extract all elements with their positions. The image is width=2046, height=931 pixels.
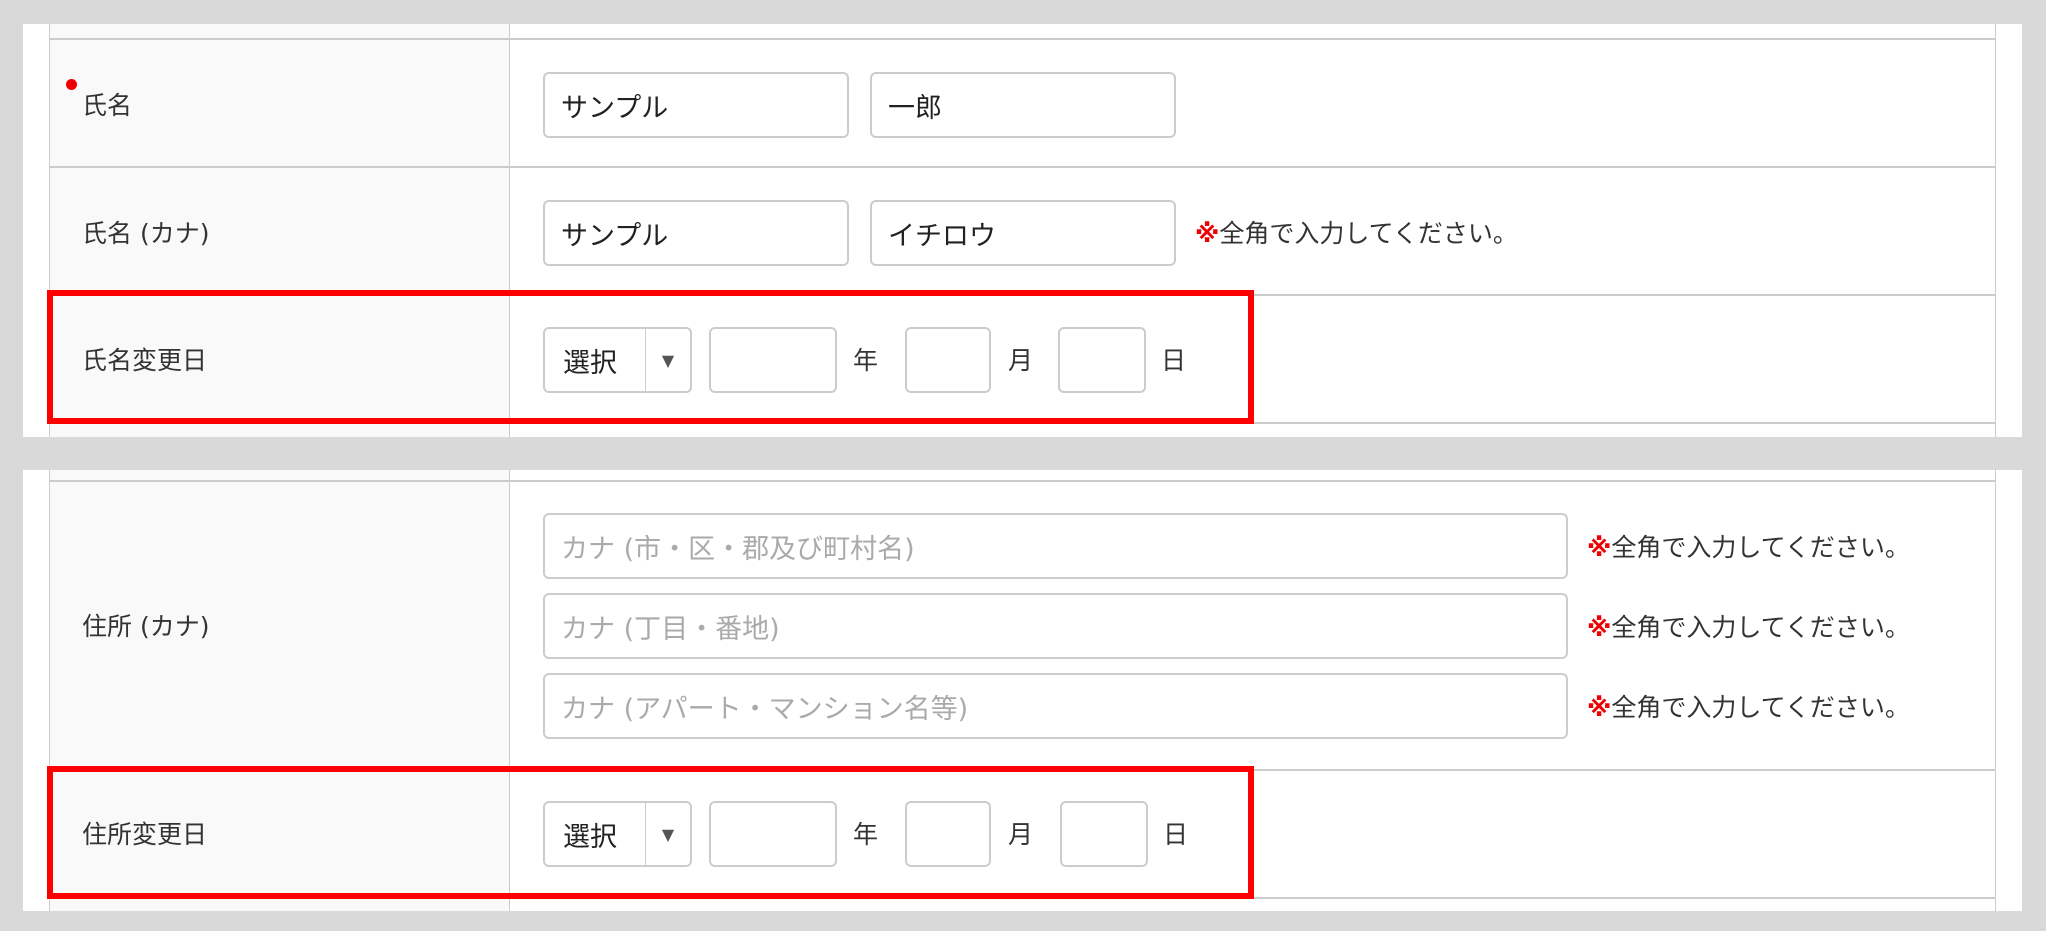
note-mark: ※ bbox=[1195, 219, 1220, 248]
note-text: 全角で入力してください。 bbox=[1611, 613, 1910, 642]
fullwidth-note: ※全角で入力してください。 bbox=[1587, 688, 1910, 724]
address-kana-building-input[interactable]: カナ (アパート・マンション名等) bbox=[543, 673, 1568, 739]
fullwidth-note: ※全角で入力してください。 bbox=[1195, 214, 1518, 250]
highlight-box bbox=[47, 290, 1254, 424]
name-kana-label: 氏名 (カナ) bbox=[82, 219, 210, 248]
fullwidth-note: ※全角で入力してください。 bbox=[1587, 608, 1910, 644]
note-mark: ※ bbox=[1587, 533, 1612, 562]
highlight-box bbox=[47, 766, 1254, 899]
fullwidth-note: ※全角で入力してください。 bbox=[1587, 528, 1910, 564]
name-label: 氏名 bbox=[82, 91, 133, 120]
address-kana-city-input[interactable]: カナ (市・区・郡及び町村名) bbox=[543, 513, 1568, 579]
required-indicator bbox=[66, 79, 77, 90]
note-text: 全角で入力してください。 bbox=[1611, 533, 1910, 562]
row-divider bbox=[49, 166, 1996, 168]
address-kana-street-input[interactable]: カナ (丁目・番地) bbox=[543, 593, 1568, 659]
first-name-kana-input[interactable]: イチロウ bbox=[870, 200, 1176, 266]
table-border bbox=[1995, 470, 1996, 911]
note-text: 全角で入力してください。 bbox=[1219, 219, 1518, 248]
last-name-input[interactable]: サンプル bbox=[543, 72, 849, 138]
first-name-input[interactable]: 一郎 bbox=[870, 72, 1176, 138]
address-kana-label: 住所 (カナ) bbox=[82, 612, 210, 641]
note-text: 全角で入力してください。 bbox=[1611, 693, 1910, 722]
row-divider bbox=[49, 480, 1996, 482]
row-divider bbox=[49, 38, 1996, 40]
last-name-kana-input[interactable]: サンプル bbox=[543, 200, 849, 266]
note-mark: ※ bbox=[1587, 613, 1612, 642]
table-border bbox=[1995, 24, 1996, 437]
note-mark: ※ bbox=[1587, 693, 1612, 722]
